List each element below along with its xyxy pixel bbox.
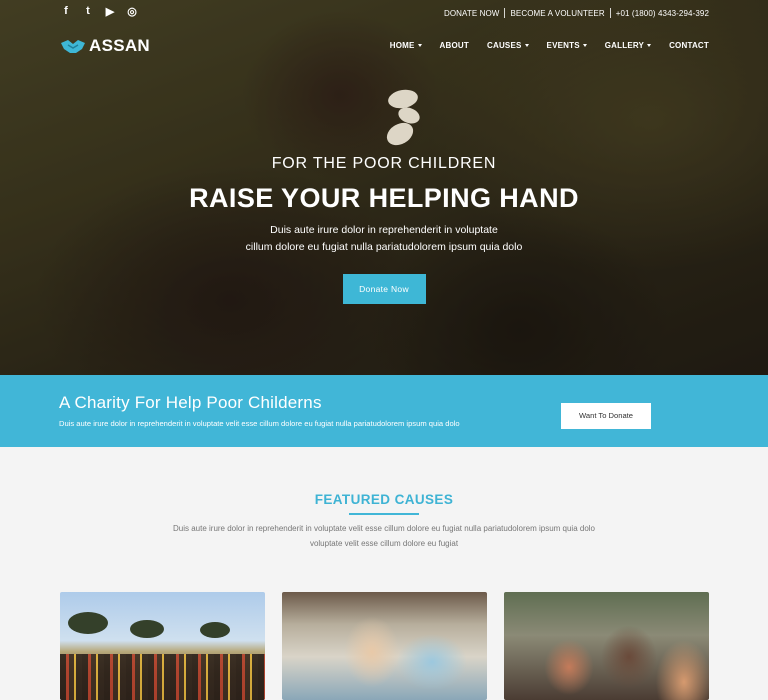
hero-subtitle: FOR THE POOR CHILDREN <box>271 155 497 172</box>
hero-content: FOR THE POOR CHILDREN RAISE YOUR HELPING… <box>0 155 768 304</box>
crowd-detail <box>60 654 265 700</box>
menu-gallery-label: GALLERY <box>604 41 645 50</box>
menu-events[interactable]: EVENTS <box>547 41 587 50</box>
youtube-icon[interactable]: ▶ <box>104 5 116 18</box>
caret-down-icon <box>647 44 652 47</box>
facebook-icon[interactable]: f <box>60 5 72 18</box>
menu-causes-label: CAUSES <box>486 41 522 50</box>
tree-detail <box>200 622 230 638</box>
divider <box>504 8 506 18</box>
twitter-icon[interactable]: t <box>82 5 94 18</box>
menu-gallery[interactable]: GALLERY <box>604 41 652 50</box>
tree-detail <box>68 612 108 634</box>
logo[interactable]: ASSAN <box>60 36 150 56</box>
caret-down-icon <box>417 44 422 47</box>
cta-band: A Charity For Help Poor Childerns Duis a… <box>0 375 768 447</box>
cause-card-image[interactable] <box>60 592 265 700</box>
menu-about[interactable]: ABOUT <box>440 41 469 50</box>
main-menu: HOME ABOUT CAUSES EVENTS GALLERY CONTACT <box>390 41 709 50</box>
featured-causes-text: Duis aute irure dolor in reprehenderit i… <box>150 522 618 551</box>
hero-text-line: Duis aute irure dolor in reprehenderit i… <box>270 224 498 236</box>
phone-number: +01 (1800) 4343-294-392 <box>615 8 709 18</box>
instagram-icon[interactable]: ◎ <box>126 5 138 18</box>
hero-title: RAISE YOUR HELPING HAND <box>189 183 579 213</box>
featured-text-line: voluptate velit esse cillum dolore eu fu… <box>309 538 459 548</box>
menu-home[interactable]: HOME <box>390 41 422 50</box>
handshake-logo-icon <box>60 38 86 54</box>
cause-card-image[interactable] <box>282 592 487 700</box>
cta-text: Duis aute irure dolor in reprehenderit i… <box>59 419 460 428</box>
donate-now-link[interactable]: DONATE NOW <box>444 9 500 18</box>
cta-title: A Charity For Help Poor Childerns <box>59 393 322 412</box>
top-bar: f t ▶ ◎ DONATE NOW BECOME A VOLUNTEER +0… <box>0 0 768 26</box>
menu-events-label: EVENTS <box>546 41 580 50</box>
hero-text-line: cillum dolore eu fugiat nulla pariatudol… <box>245 241 523 253</box>
menu-contact[interactable]: CONTACT <box>669 41 709 50</box>
featured-text-line: Duis aute irure dolor in reprehenderit i… <box>172 524 595 533</box>
donate-now-button[interactable]: Donate Now <box>342 274 426 304</box>
tree-detail <box>130 620 164 638</box>
caret-down-icon <box>582 44 587 47</box>
top-links: DONATE NOW BECOME A VOLUNTEER +01 (1800)… <box>444 8 709 18</box>
menu-about-label: ABOUT <box>439 41 469 50</box>
divider <box>609 8 611 18</box>
hero-text: Duis aute irure dolor in reprehenderit i… <box>0 222 768 256</box>
become-volunteer-link[interactable]: BECOME A VOLUNTEER <box>510 9 604 18</box>
logo-text: ASSAN <box>89 36 151 55</box>
main-navbar: ASSAN HOME ABOUT CAUSES EVENTS GALLERY C… <box>0 30 768 62</box>
cause-card-image[interactable] <box>504 592 709 700</box>
want-to-donate-button[interactable]: Want To Donate <box>561 403 651 429</box>
menu-contact-label: CONTACT <box>669 41 709 50</box>
featured-causes-title: FEATURED CAUSES <box>314 492 454 507</box>
caret-down-icon <box>524 44 529 47</box>
social-links: f t ▶ ◎ <box>60 5 138 18</box>
menu-home-label: HOME <box>389 41 415 50</box>
title-underline <box>349 513 419 515</box>
menu-causes[interactable]: CAUSES <box>487 41 529 50</box>
hero-section: f t ▶ ◎ DONATE NOW BECOME A VOLUNTEER +0… <box>0 0 768 375</box>
